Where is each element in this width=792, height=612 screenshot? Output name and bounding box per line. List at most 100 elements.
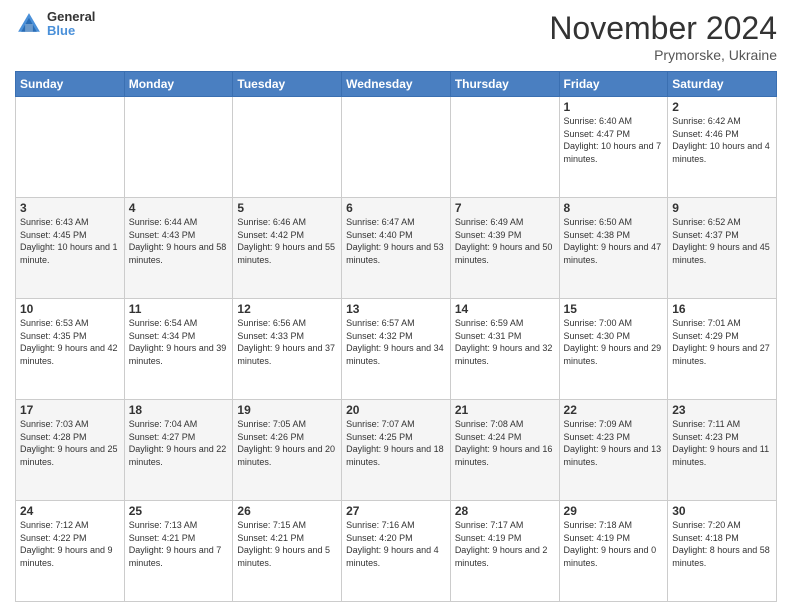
logo-text: General Blue xyxy=(47,10,95,39)
day-info: Sunrise: 7:13 AM Sunset: 4:21 PM Dayligh… xyxy=(129,519,229,569)
day-info: Sunrise: 7:20 AM Sunset: 4:18 PM Dayligh… xyxy=(672,519,772,569)
day-info: Sunrise: 6:46 AM Sunset: 4:42 PM Dayligh… xyxy=(237,216,337,266)
day-info: Sunrise: 7:05 AM Sunset: 4:26 PM Dayligh… xyxy=(237,418,337,468)
weekday-header: Thursday xyxy=(450,72,559,97)
calendar-day-cell: 27Sunrise: 7:16 AM Sunset: 4:20 PM Dayli… xyxy=(342,501,451,602)
calendar-day-cell: 9Sunrise: 6:52 AM Sunset: 4:37 PM Daylig… xyxy=(668,198,777,299)
calendar-day-cell: 14Sunrise: 6:59 AM Sunset: 4:31 PM Dayli… xyxy=(450,299,559,400)
day-info: Sunrise: 6:56 AM Sunset: 4:33 PM Dayligh… xyxy=(237,317,337,367)
header: General Blue November 2024 Prymorske, Uk… xyxy=(15,10,777,63)
calendar-day-cell: 28Sunrise: 7:17 AM Sunset: 4:19 PM Dayli… xyxy=(450,501,559,602)
calendar-day-cell xyxy=(124,97,233,198)
calendar-day-cell: 24Sunrise: 7:12 AM Sunset: 4:22 PM Dayli… xyxy=(16,501,125,602)
day-number: 2 xyxy=(672,100,772,114)
day-info: Sunrise: 6:47 AM Sunset: 4:40 PM Dayligh… xyxy=(346,216,446,266)
title-section: November 2024 Prymorske, Ukraine xyxy=(549,10,777,63)
day-info: Sunrise: 6:52 AM Sunset: 4:37 PM Dayligh… xyxy=(672,216,772,266)
day-number: 12 xyxy=(237,302,337,316)
calendar-day-cell: 18Sunrise: 7:04 AM Sunset: 4:27 PM Dayli… xyxy=(124,400,233,501)
day-number: 16 xyxy=(672,302,772,316)
day-number: 20 xyxy=(346,403,446,417)
calendar-day-cell: 10Sunrise: 6:53 AM Sunset: 4:35 PM Dayli… xyxy=(16,299,125,400)
calendar-day-cell: 15Sunrise: 7:00 AM Sunset: 4:30 PM Dayli… xyxy=(559,299,668,400)
logo-general: General xyxy=(47,10,95,24)
calendar-week-row: 3Sunrise: 6:43 AM Sunset: 4:45 PM Daylig… xyxy=(16,198,777,299)
day-info: Sunrise: 7:15 AM Sunset: 4:21 PM Dayligh… xyxy=(237,519,337,569)
day-number: 27 xyxy=(346,504,446,518)
day-info: Sunrise: 6:40 AM Sunset: 4:47 PM Dayligh… xyxy=(564,115,664,165)
day-info: Sunrise: 6:59 AM Sunset: 4:31 PM Dayligh… xyxy=(455,317,555,367)
calendar-day-cell: 7Sunrise: 6:49 AM Sunset: 4:39 PM Daylig… xyxy=(450,198,559,299)
page: General Blue November 2024 Prymorske, Uk… xyxy=(0,0,792,612)
calendar-day-cell: 19Sunrise: 7:05 AM Sunset: 4:26 PM Dayli… xyxy=(233,400,342,501)
weekday-header: Monday xyxy=(124,72,233,97)
day-number: 25 xyxy=(129,504,229,518)
calendar-week-row: 1Sunrise: 6:40 AM Sunset: 4:47 PM Daylig… xyxy=(16,97,777,198)
calendar-day-cell: 22Sunrise: 7:09 AM Sunset: 4:23 PM Dayli… xyxy=(559,400,668,501)
day-info: Sunrise: 7:07 AM Sunset: 4:25 PM Dayligh… xyxy=(346,418,446,468)
day-info: Sunrise: 6:50 AM Sunset: 4:38 PM Dayligh… xyxy=(564,216,664,266)
day-number: 4 xyxy=(129,201,229,215)
day-info: Sunrise: 7:04 AM Sunset: 4:27 PM Dayligh… xyxy=(129,418,229,468)
day-number: 22 xyxy=(564,403,664,417)
day-number: 19 xyxy=(237,403,337,417)
day-number: 7 xyxy=(455,201,555,215)
day-number: 8 xyxy=(564,201,664,215)
calendar-day-cell xyxy=(233,97,342,198)
day-info: Sunrise: 6:44 AM Sunset: 4:43 PM Dayligh… xyxy=(129,216,229,266)
day-info: Sunrise: 7:18 AM Sunset: 4:19 PM Dayligh… xyxy=(564,519,664,569)
day-info: Sunrise: 6:57 AM Sunset: 4:32 PM Dayligh… xyxy=(346,317,446,367)
weekday-header: Tuesday xyxy=(233,72,342,97)
day-number: 15 xyxy=(564,302,664,316)
day-number: 21 xyxy=(455,403,555,417)
day-number: 6 xyxy=(346,201,446,215)
day-info: Sunrise: 7:03 AM Sunset: 4:28 PM Dayligh… xyxy=(20,418,120,468)
day-number: 10 xyxy=(20,302,120,316)
day-number: 3 xyxy=(20,201,120,215)
day-number: 18 xyxy=(129,403,229,417)
day-number: 26 xyxy=(237,504,337,518)
calendar-week-row: 24Sunrise: 7:12 AM Sunset: 4:22 PM Dayli… xyxy=(16,501,777,602)
day-number: 14 xyxy=(455,302,555,316)
calendar-day-cell: 4Sunrise: 6:44 AM Sunset: 4:43 PM Daylig… xyxy=(124,198,233,299)
day-number: 9 xyxy=(672,201,772,215)
calendar-day-cell: 5Sunrise: 6:46 AM Sunset: 4:42 PM Daylig… xyxy=(233,198,342,299)
calendar-day-cell: 25Sunrise: 7:13 AM Sunset: 4:21 PM Dayli… xyxy=(124,501,233,602)
day-info: Sunrise: 6:42 AM Sunset: 4:46 PM Dayligh… xyxy=(672,115,772,165)
location: Prymorske, Ukraine xyxy=(549,47,777,63)
calendar-day-cell xyxy=(342,97,451,198)
calendar-day-cell: 1Sunrise: 6:40 AM Sunset: 4:47 PM Daylig… xyxy=(559,97,668,198)
day-number: 17 xyxy=(20,403,120,417)
logo-blue: Blue xyxy=(47,24,95,38)
logo-icon xyxy=(15,10,43,38)
weekday-row: SundayMondayTuesdayWednesdayThursdayFrid… xyxy=(16,72,777,97)
day-number: 23 xyxy=(672,403,772,417)
calendar-day-cell: 30Sunrise: 7:20 AM Sunset: 4:18 PM Dayli… xyxy=(668,501,777,602)
day-number: 5 xyxy=(237,201,337,215)
logo: General Blue xyxy=(15,10,95,39)
calendar-day-cell: 21Sunrise: 7:08 AM Sunset: 4:24 PM Dayli… xyxy=(450,400,559,501)
calendar-day-cell xyxy=(16,97,125,198)
weekday-header: Sunday xyxy=(16,72,125,97)
day-info: Sunrise: 6:43 AM Sunset: 4:45 PM Dayligh… xyxy=(20,216,120,266)
day-info: Sunrise: 7:08 AM Sunset: 4:24 PM Dayligh… xyxy=(455,418,555,468)
day-number: 29 xyxy=(564,504,664,518)
day-info: Sunrise: 6:49 AM Sunset: 4:39 PM Dayligh… xyxy=(455,216,555,266)
day-info: Sunrise: 7:01 AM Sunset: 4:29 PM Dayligh… xyxy=(672,317,772,367)
day-info: Sunrise: 7:09 AM Sunset: 4:23 PM Dayligh… xyxy=(564,418,664,468)
day-info: Sunrise: 7:17 AM Sunset: 4:19 PM Dayligh… xyxy=(455,519,555,569)
calendar-day-cell: 17Sunrise: 7:03 AM Sunset: 4:28 PM Dayli… xyxy=(16,400,125,501)
weekday-header: Saturday xyxy=(668,72,777,97)
calendar-week-row: 17Sunrise: 7:03 AM Sunset: 4:28 PM Dayli… xyxy=(16,400,777,501)
calendar-day-cell: 13Sunrise: 6:57 AM Sunset: 4:32 PM Dayli… xyxy=(342,299,451,400)
calendar-day-cell: 12Sunrise: 6:56 AM Sunset: 4:33 PM Dayli… xyxy=(233,299,342,400)
weekday-header: Wednesday xyxy=(342,72,451,97)
day-info: Sunrise: 6:53 AM Sunset: 4:35 PM Dayligh… xyxy=(20,317,120,367)
calendar-day-cell: 11Sunrise: 6:54 AM Sunset: 4:34 PM Dayli… xyxy=(124,299,233,400)
day-number: 13 xyxy=(346,302,446,316)
calendar-body: 1Sunrise: 6:40 AM Sunset: 4:47 PM Daylig… xyxy=(16,97,777,602)
day-info: Sunrise: 6:54 AM Sunset: 4:34 PM Dayligh… xyxy=(129,317,229,367)
calendar-day-cell: 6Sunrise: 6:47 AM Sunset: 4:40 PM Daylig… xyxy=(342,198,451,299)
day-number: 28 xyxy=(455,504,555,518)
weekday-header: Friday xyxy=(559,72,668,97)
